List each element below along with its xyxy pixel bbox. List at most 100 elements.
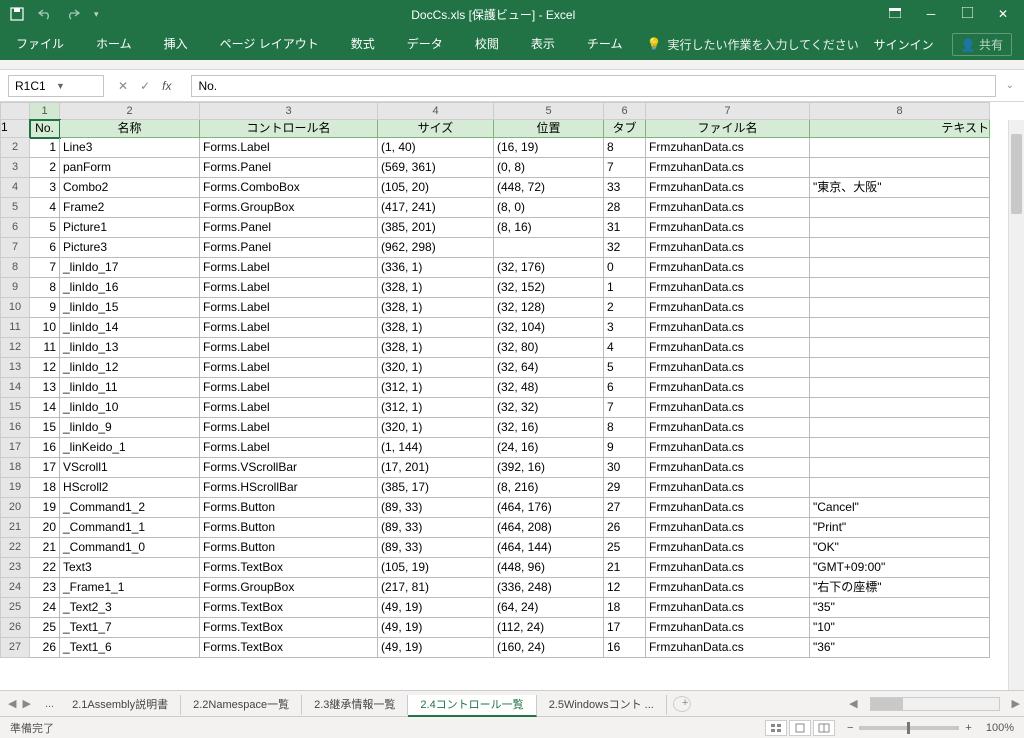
cell[interactable]: 4 <box>30 198 60 218</box>
tab-pagelayout[interactable]: ページ レイアウト <box>204 28 335 60</box>
cell[interactable]: 18 <box>30 478 60 498</box>
share-button[interactable]: 👤 共有 <box>952 33 1012 56</box>
cell[interactable]: "10" <box>810 618 990 638</box>
cell[interactable]: (32, 128) <box>494 298 604 318</box>
row-header[interactable]: 1 <box>0 120 30 138</box>
cell[interactable]: (64, 24) <box>494 598 604 618</box>
cell[interactable]: 30 <box>604 458 646 478</box>
header-cell[interactable]: 名称 <box>60 120 200 138</box>
cell[interactable]: Forms.TextBox <box>200 618 378 638</box>
cell[interactable]: Text3 <box>60 558 200 578</box>
cell[interactable]: FrmzuhanData.cs <box>646 278 810 298</box>
cell[interactable]: FrmzuhanData.cs <box>646 518 810 538</box>
cell[interactable]: (89, 33) <box>378 498 494 518</box>
sheet-nav-prev-icon[interactable]: ◀ <box>8 697 16 710</box>
cell[interactable]: 9 <box>604 438 646 458</box>
fx-icon[interactable]: fx <box>162 79 177 93</box>
cell[interactable]: 17 <box>30 458 60 478</box>
cell[interactable]: "Cancel" <box>810 498 990 518</box>
cell[interactable]: (336, 248) <box>494 578 604 598</box>
cell[interactable]: 12 <box>30 358 60 378</box>
cell[interactable]: 21 <box>30 538 60 558</box>
header-cell[interactable]: No. <box>30 120 60 138</box>
cell[interactable]: FrmzuhanData.cs <box>646 458 810 478</box>
cell[interactable]: Picture3 <box>60 238 200 258</box>
zoom-out-icon[interactable]: − <box>847 722 853 734</box>
cell[interactable]: HScroll2 <box>60 478 200 498</box>
name-box[interactable]: R1C1 ▼ <box>8 75 104 97</box>
cell[interactable]: 14 <box>30 398 60 418</box>
cell[interactable]: Forms.GroupBox <box>200 198 378 218</box>
cell[interactable]: 6 <box>30 238 60 258</box>
tab-file[interactable]: ファイル <box>0 28 80 60</box>
col-header[interactable]: 2 <box>60 102 200 120</box>
cell[interactable]: 24 <box>30 598 60 618</box>
row-header[interactable]: 2 <box>0 138 30 158</box>
undo-icon[interactable] <box>38 8 52 20</box>
cell[interactable]: Forms.TextBox <box>200 598 378 618</box>
cell[interactable] <box>810 358 990 378</box>
col-header[interactable]: 7 <box>646 102 810 120</box>
col-header[interactable]: 3 <box>200 102 378 120</box>
cell[interactable]: 16 <box>604 638 646 658</box>
cell[interactable]: FrmzuhanData.cs <box>646 238 810 258</box>
cell[interactable]: 1 <box>30 138 60 158</box>
cell[interactable]: 31 <box>604 218 646 238</box>
cell[interactable]: (32, 104) <box>494 318 604 338</box>
cell[interactable]: Frame2 <box>60 198 200 218</box>
row-header[interactable]: 6 <box>0 218 30 238</box>
row-header[interactable]: 18 <box>0 458 30 478</box>
cell[interactable]: 3 <box>30 178 60 198</box>
zoom-in-icon[interactable]: + <box>965 722 971 734</box>
cell[interactable]: _linIdo_12 <box>60 358 200 378</box>
header-cell[interactable]: テキスト <box>810 120 990 138</box>
view-normal-icon[interactable] <box>765 720 787 736</box>
cell[interactable]: (448, 96) <box>494 558 604 578</box>
cell[interactable]: Forms.Label <box>200 418 378 438</box>
cell[interactable]: "35" <box>810 598 990 618</box>
cell[interactable]: Forms.Label <box>200 278 378 298</box>
cell[interactable]: Forms.Panel <box>200 238 378 258</box>
row-header[interactable]: 3 <box>0 158 30 178</box>
cell[interactable]: (328, 1) <box>378 338 494 358</box>
tab-data[interactable]: データ <box>391 28 459 60</box>
cell[interactable]: 33 <box>604 178 646 198</box>
cell[interactable]: 32 <box>604 238 646 258</box>
cell[interactable]: (32, 64) <box>494 358 604 378</box>
select-all-corner[interactable] <box>0 102 30 120</box>
row-header[interactable]: 13 <box>0 358 30 378</box>
cell[interactable]: _linIdo_16 <box>60 278 200 298</box>
cell[interactable]: (392, 16) <box>494 458 604 478</box>
cell[interactable]: Forms.TextBox <box>200 558 378 578</box>
cell[interactable]: (312, 1) <box>378 398 494 418</box>
cell[interactable]: (24, 16) <box>494 438 604 458</box>
col-header[interactable]: 4 <box>378 102 494 120</box>
cell[interactable]: "Print" <box>810 518 990 538</box>
cell[interactable]: FrmzuhanData.cs <box>646 538 810 558</box>
row-header[interactable]: 5 <box>0 198 30 218</box>
cell[interactable]: 12 <box>604 578 646 598</box>
spreadsheet-grid[interactable]: 1 2 3 4 5 6 7 8 1 No. 名称 コントロール名 サイズ 位置 … <box>0 102 1024 690</box>
cell[interactable]: FrmzuhanData.cs <box>646 438 810 458</box>
cell[interactable] <box>810 398 990 418</box>
row-header[interactable]: 22 <box>0 538 30 558</box>
minimize-icon[interactable]: ─ <box>924 7 938 21</box>
cell[interactable] <box>810 138 990 158</box>
cell[interactable]: (8, 0) <box>494 198 604 218</box>
accept-formula-icon[interactable]: ✓ <box>140 79 150 93</box>
cell[interactable]: 8 <box>30 278 60 298</box>
cell[interactable]: (385, 201) <box>378 218 494 238</box>
cell[interactable]: (1, 144) <box>378 438 494 458</box>
cell[interactable]: 2 <box>604 298 646 318</box>
tell-me-search[interactable]: 💡 実行したい作業を入力してください <box>638 36 873 53</box>
tab-view[interactable]: 表示 <box>515 28 571 60</box>
vertical-scrollbar[interactable] <box>1008 120 1024 690</box>
cell[interactable]: Forms.Label <box>200 378 378 398</box>
cell[interactable]: 19 <box>30 498 60 518</box>
cell[interactable]: (448, 72) <box>494 178 604 198</box>
cell[interactable]: Combo2 <box>60 178 200 198</box>
cell[interactable]: 20 <box>30 518 60 538</box>
cell[interactable]: (320, 1) <box>378 358 494 378</box>
save-icon[interactable] <box>10 7 24 21</box>
cell[interactable]: FrmzuhanData.cs <box>646 158 810 178</box>
